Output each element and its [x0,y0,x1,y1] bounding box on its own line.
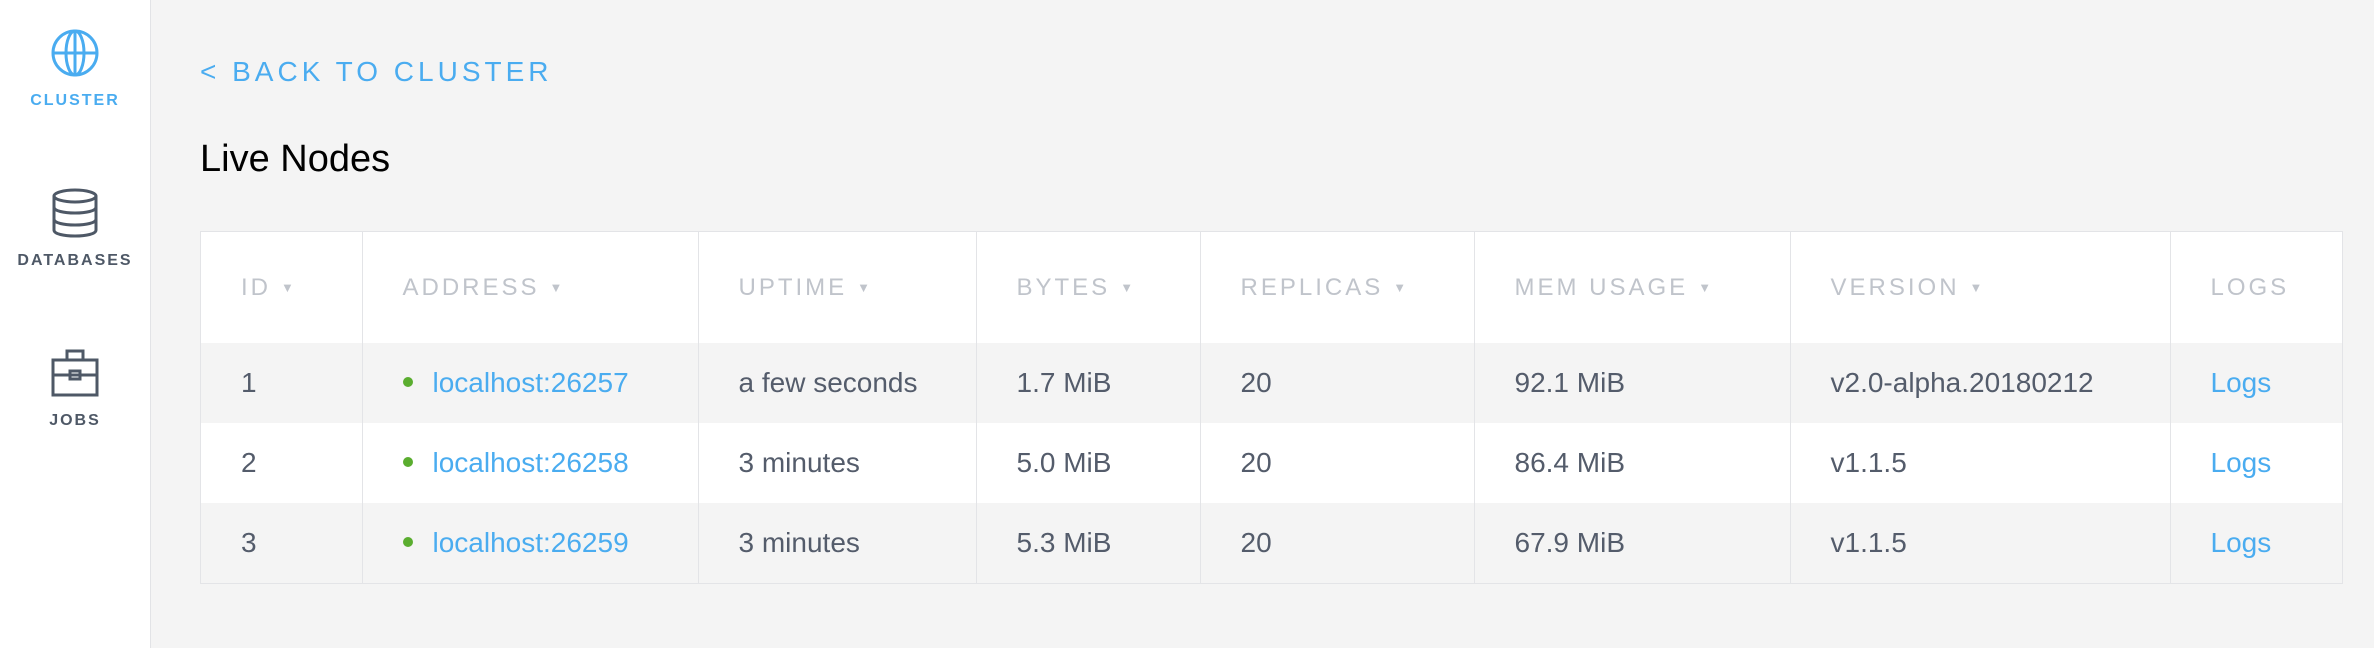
cell-version: v1.1.5 [1789,423,2170,503]
sort-arrow-icon: ▼ [281,279,294,295]
column-header-version[interactable]: VERSION ▼ [1789,232,2170,343]
node-address-link[interactable]: localhost:26258 [433,447,629,478]
cell-id: 1 [201,343,362,423]
sidebar-item-label: JOBS [49,412,101,429]
sidebar-item-databases[interactable]: DATABASES [0,188,150,270]
cell-version: v2.0-alpha.20180212 [1789,343,2170,423]
cell-mem-usage: 86.4 MiB [1473,423,1790,503]
sidebar-item-label: DATABASES [17,252,133,269]
back-to-cluster-link[interactable]: < BACK TO CLUSTER [200,56,553,88]
cell-replicas: 20 [1199,503,1474,583]
column-header-id[interactable]: ID ▼ [201,232,362,343]
table-row: 3 localhost:26259 3 minutes 5.3 MiB 20 6… [201,503,2342,583]
cell-logs: Logs [2169,503,2342,583]
sort-arrow-icon: ▼ [1393,279,1407,295]
globe-icon [51,29,99,77]
column-header-label: ADDRESS [402,273,540,301]
column-header-address[interactable]: ADDRESS ▼ [361,232,698,343]
page-title: Live Nodes [200,138,391,180]
sort-arrow-icon: ▼ [1120,279,1134,295]
column-header-label: REPLICAS [1240,273,1384,301]
table-header-row: ID ▼ ADDRESS ▼ UPTIME ▼ BYTES ▼ REPLICAS ▼ ME… [201,232,2342,343]
sort-arrow-icon: ▼ [1698,279,1712,295]
status-dot-icon [402,377,413,387]
cell-id: 2 [201,423,362,503]
sidebar-item-cluster[interactable]: CLUSTER [0,28,150,110]
column-header-label: UPTIME [738,273,848,301]
column-header-label: BYTES [1016,273,1111,301]
sort-arrow-icon: ▼ [857,279,871,295]
cell-logs: Logs [2169,423,2342,503]
cell-replicas: 20 [1199,343,1474,423]
cell-mem-usage: 92.1 MiB [1473,343,1790,423]
column-header-label: VERSION [1830,273,1960,301]
cell-uptime: 3 minutes [697,423,976,503]
cell-bytes: 5.0 MiB [975,423,1200,503]
column-header-logs: LOGS [2169,232,2342,343]
sidebar-item-jobs[interactable]: JOBS [0,348,150,430]
column-header-label: MEM USAGE [1514,273,1689,301]
cell-bytes: 1.7 MiB [975,343,1200,423]
cell-version: v1.1.5 [1789,503,2170,583]
sidebar-item-label: CLUSTER [30,92,120,109]
cell-mem-usage: 67.9 MiB [1473,503,1790,583]
cell-uptime: 3 minutes [697,503,976,583]
logs-link[interactable]: Logs [2211,367,2272,398]
cell-address: localhost:26259 [361,503,698,583]
briefcase-icon [51,349,99,397]
cell-bytes: 5.3 MiB [975,503,1200,583]
status-dot-icon [402,457,413,467]
column-header-label: LOGS [2210,273,2290,301]
cell-replicas: 20 [1199,423,1474,503]
cell-uptime: a few seconds [697,343,976,423]
sidebar: CLUSTER DATABASES JOBS [0,0,151,648]
cell-logs: Logs [2169,343,2342,423]
table-row: 2 localhost:26258 3 minutes 5.0 MiB 20 8… [201,423,2342,503]
column-header-mem-usage[interactable]: MEM USAGE ▼ [1473,232,1790,343]
column-header-replicas[interactable]: REPLICAS ▼ [1199,232,1474,343]
node-address-link[interactable]: localhost:26259 [433,527,629,558]
node-address-link[interactable]: localhost:26257 [433,367,629,398]
logs-link[interactable]: Logs [2211,447,2272,478]
sort-arrow-icon: ▼ [1969,279,1983,295]
logs-link[interactable]: Logs [2211,527,2272,558]
column-header-label: ID [241,273,271,301]
live-nodes-table: ID ▼ ADDRESS ▼ UPTIME ▼ BYTES ▼ REPLICAS ▼ ME… [200,231,2343,584]
cell-address: localhost:26257 [361,343,698,423]
status-dot-icon [402,537,413,547]
cell-address: localhost:26258 [361,423,698,503]
sort-arrow-icon: ▼ [549,279,563,295]
column-header-bytes[interactable]: BYTES ▼ [975,232,1200,343]
table-row: 1 localhost:26257 a few seconds 1.7 MiB … [201,343,2342,423]
cell-id: 3 [201,503,362,583]
database-icon [52,188,98,238]
column-header-uptime[interactable]: UPTIME ▼ [697,232,976,343]
